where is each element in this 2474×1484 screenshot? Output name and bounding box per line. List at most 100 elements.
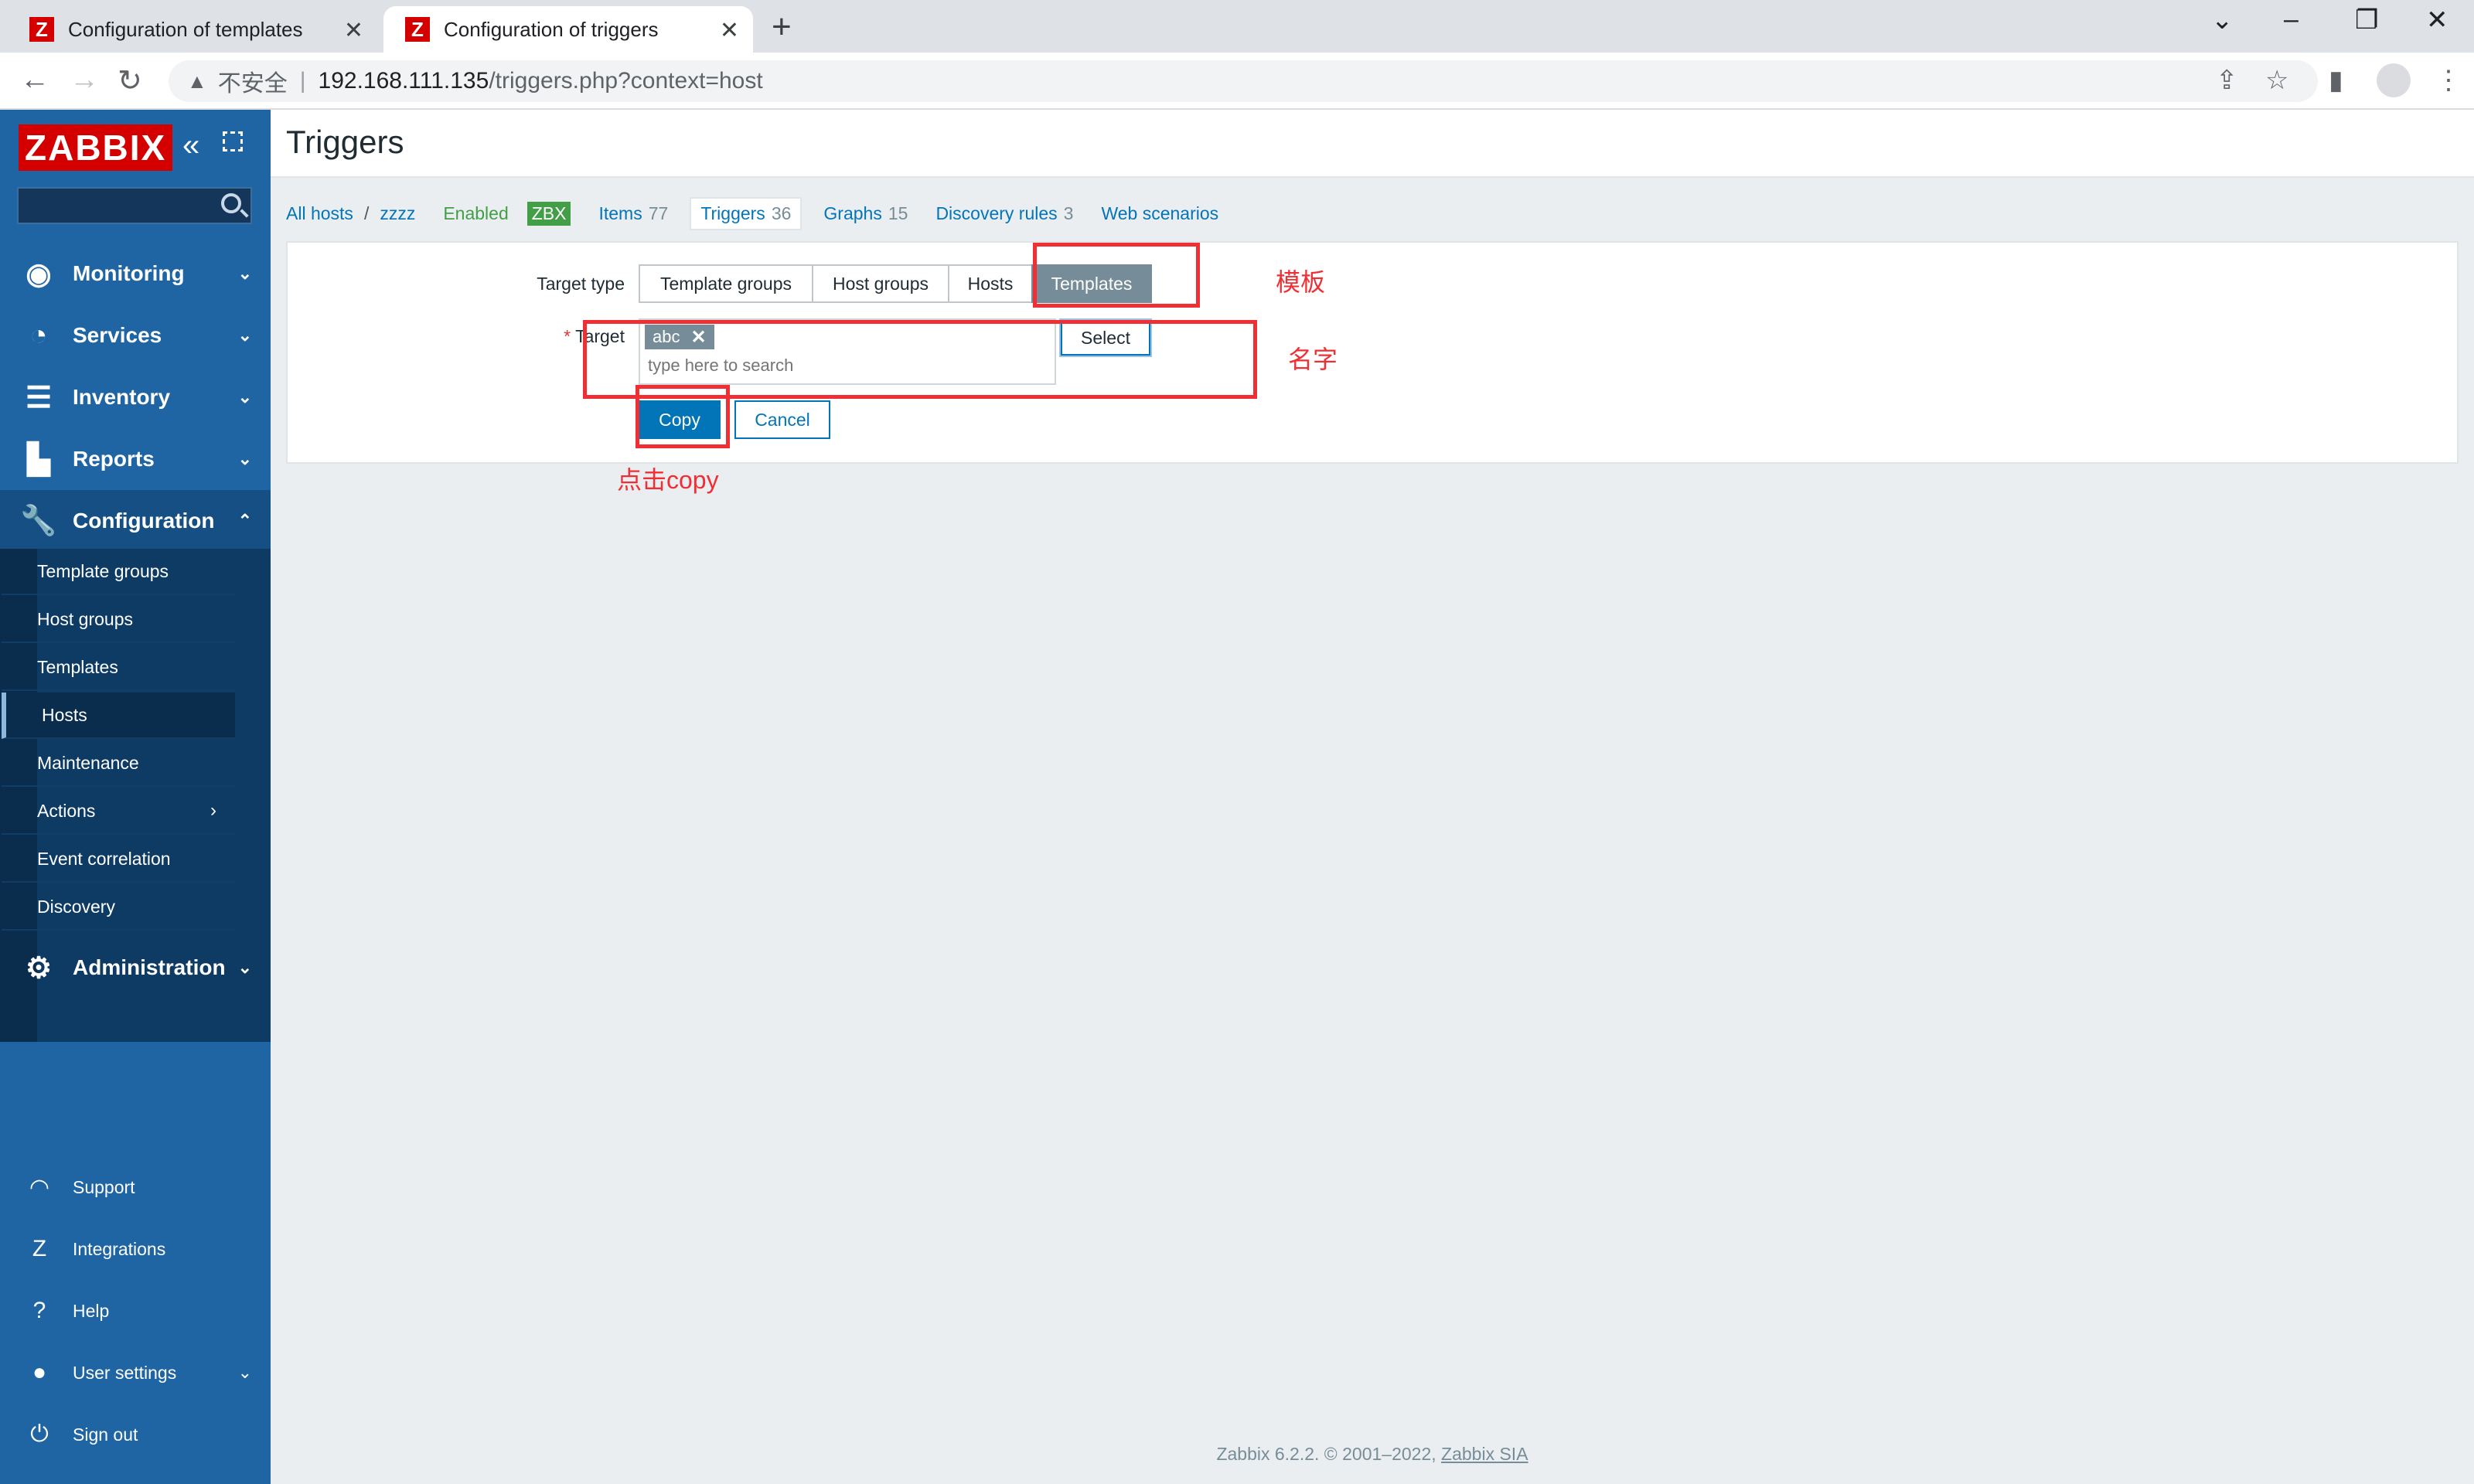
minimize-icon[interactable]: – <box>2284 5 2299 35</box>
address-bar[interactable]: ▲ 不安全 | 192.168.111.135 /triggers.php?co… <box>169 60 2318 102</box>
list-icon: ☰ <box>25 381 53 414</box>
profile-avatar-icon[interactable] <box>2377 63 2411 97</box>
tab-count: 77 <box>648 203 669 223</box>
collapse-sidebar-icon[interactable]: « <box>182 128 199 163</box>
tab-title: Configuration of triggers <box>444 17 659 41</box>
sidebar-item-discovery[interactable]: Discovery <box>2 884 235 931</box>
required-mark: * <box>564 326 571 346</box>
tab-items[interactable]: Items 77 <box>598 203 668 224</box>
tab-label: Graphs <box>823 203 882 223</box>
security-label: 不安全 <box>217 71 288 97</box>
browser-tab-triggers[interactable]: Z Configuration of triggers ✕ <box>383 6 753 53</box>
user-icon: ● <box>32 1360 47 1385</box>
tab-label: Discovery rules <box>935 203 1058 223</box>
sidebar-item-template-groups[interactable]: Template groups <box>2 549 235 595</box>
timer-icon: ◔ <box>29 318 48 352</box>
forward-icon[interactable]: → <box>70 63 99 97</box>
sidebar-item-maintenance[interactable]: Maintenance <box>2 740 235 787</box>
restore-icon[interactable]: ❐ <box>2355 5 2378 36</box>
tab-web-scenarios[interactable]: Web scenarios <box>1101 203 1218 224</box>
tab-label: Triggers <box>700 203 765 223</box>
sidebar-item-user-settings[interactable]: ● User settings ⌄ <box>0 1350 271 1396</box>
sidebar-item-label: Support <box>73 1176 135 1197</box>
reload-icon[interactable]: ↻ <box>118 63 142 98</box>
side-panel-icon[interactable]: ▮ <box>2329 65 2343 96</box>
zabbix-logo[interactable]: ZABBIX <box>19 124 173 171</box>
sidebar-item-support[interactable]: ◠ Support <box>0 1164 271 1210</box>
radio-host-groups[interactable]: Host groups <box>812 264 949 303</box>
menu-services[interactable]: ◔ Services ⌄ <box>0 305 271 366</box>
chevron-down-icon: ⌄ <box>237 387 252 407</box>
browser-tab-templates[interactable]: Z Configuration of templates ✕ <box>8 6 377 53</box>
chevron-down-icon: ⌄ <box>237 449 252 468</box>
tab-label: Web scenarios <box>1101 203 1219 223</box>
close-icon[interactable]: ✕ <box>344 17 363 44</box>
window-close-icon[interactable]: ✕ <box>2426 5 2448 36</box>
footer-text: Zabbix 6.2.2. © 2001–2022, <box>1216 1444 1442 1464</box>
browser-toolbar: ← → ↻ ▲ 不安全 | 192.168.111.135 /triggers.… <box>0 53 2474 110</box>
menu-label: Services <box>73 323 162 347</box>
sidebar-item-actions[interactable]: Actions › <box>2 788 235 835</box>
back-icon[interactable]: ← <box>20 63 49 97</box>
close-icon[interactable]: ✕ <box>720 17 739 44</box>
annotation-box-copy <box>636 385 730 448</box>
sidebar-item-event-correlation[interactable]: Event correlation <box>2 836 235 883</box>
footer-link[interactable]: Zabbix SIA <box>1441 1444 1528 1464</box>
chevron-down-icon: ⌄ <box>237 264 252 283</box>
browser-tab-bar: Z Configuration of templates ✕ Z Configu… <box>0 0 2474 53</box>
radio-template-groups[interactable]: Template groups <box>639 264 813 303</box>
sidebar-item-label: Sign out <box>73 1424 138 1445</box>
zabbix-favicon-icon: Z <box>29 17 54 42</box>
sidebar-item-integrations[interactable]: Z Integrations <box>0 1226 271 1272</box>
menu-monitoring[interactable]: ◉ Monitoring ⌄ <box>0 243 271 305</box>
divider: | <box>299 68 306 94</box>
warning-icon: ▲ <box>187 69 207 93</box>
sidebar-item-sign-out[interactable]: ⏻ Sign out <box>0 1411 271 1458</box>
menu-reports[interactable]: ▙ Reports ⌄ <box>0 428 271 490</box>
page-title: Triggers <box>286 124 404 160</box>
share-icon[interactable]: ⇪ <box>2216 65 2238 96</box>
tab-count: 3 <box>1063 203 1074 223</box>
sidebar-item-hosts[interactable]: Hosts <box>2 693 235 739</box>
bar-chart-icon: ▙ <box>27 443 50 476</box>
sidebar-search-input[interactable] <box>17 187 252 224</box>
tab-discovery-rules[interactable]: Discovery rules 3 <box>935 203 1073 224</box>
more-menu-icon[interactable]: ⋮ <box>2435 65 2462 96</box>
search-icon[interactable] <box>221 193 241 213</box>
sidebar-item-label: Actions <box>37 800 96 821</box>
tab-search-icon[interactable]: ⌄ <box>2211 5 2234 36</box>
zabbix-favicon-icon: Z <box>405 17 430 42</box>
eye-icon: ◉ <box>26 257 52 291</box>
annotation-name-note: 名字 <box>1288 345 1338 373</box>
tab-graphs[interactable]: Graphs 15 <box>823 203 908 224</box>
chevron-right-icon: › <box>210 800 216 821</box>
cancel-button[interactable]: Cancel <box>734 400 830 439</box>
sidebar-item-help[interactable]: ? Help <box>0 1288 271 1334</box>
annotation-box-templates <box>1033 243 1200 308</box>
url-path: /triggers.php?context=host <box>489 68 763 94</box>
wrench-icon: 🔧 <box>20 505 57 537</box>
sidebar-item-label: User settings <box>73 1362 177 1383</box>
breadcrumb-host[interactable]: zzzz <box>380 203 415 224</box>
radio-hosts[interactable]: Hosts <box>948 264 1033 303</box>
menu-administration[interactable]: ⚙ Administration ⌄ <box>0 937 271 999</box>
url-host: 192.168.111.135 <box>318 68 489 94</box>
help-icon: ? <box>32 1298 46 1323</box>
host-navigation: All hosts / zzzz Enabled ZBX Items 77 Tr… <box>286 195 1218 232</box>
chevron-down-icon: ⌄ <box>237 1363 252 1382</box>
sidebar-item-host-groups[interactable]: Host groups <box>2 597 235 643</box>
target-type-label: Target type <box>537 274 625 294</box>
chevron-down-icon: ⌄ <box>237 958 252 977</box>
tab-triggers[interactable]: Triggers 36 <box>690 196 803 230</box>
kiosk-mode-icon[interactable] <box>223 131 243 151</box>
sidebar-item-label: Help <box>73 1300 110 1321</box>
logo[interactable]: ZABBIX <box>19 124 173 171</box>
breadcrumb-all-hosts[interactable]: All hosts <box>286 203 353 224</box>
menu-inventory[interactable]: ☰ Inventory ⌄ <box>0 366 271 428</box>
new-tab-icon[interactable]: + <box>772 8 792 46</box>
sidebar-item-label: Integrations <box>73 1238 166 1259</box>
sidebar-item-templates[interactable]: Templates <box>2 645 235 691</box>
status-badge[interactable]: Enabled <box>443 203 508 224</box>
menu-configuration[interactable]: 🔧 Configuration ⌃ <box>0 490 271 552</box>
bookmark-star-icon[interactable]: ☆ <box>2265 65 2288 96</box>
